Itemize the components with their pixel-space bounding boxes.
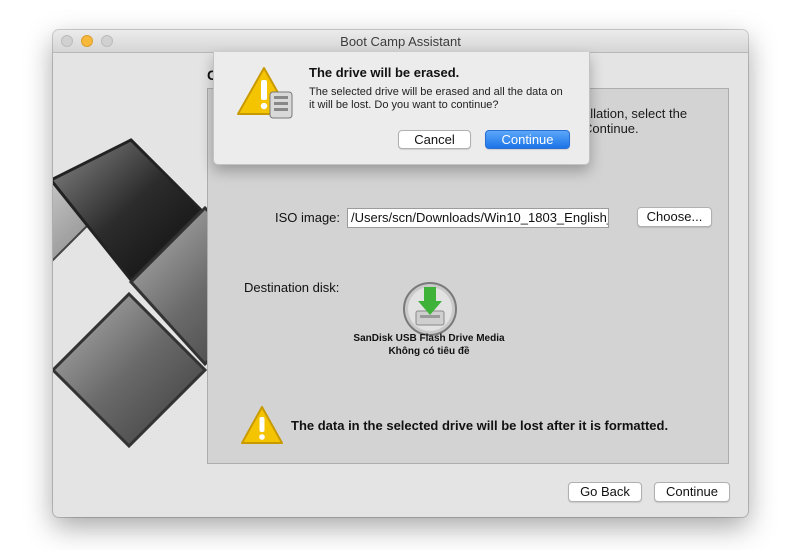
choose-button[interactable]: Choose... [637, 207, 712, 227]
drive-name: SanDisk USB Flash Drive Media [353, 333, 505, 344]
instruction-text: allation, select the Continue. [583, 106, 688, 136]
warning-icon [240, 405, 284, 450]
dialog-message: The selected drive will be erased and al… [309, 86, 563, 111]
iso-image-label: ISO image: [275, 210, 341, 225]
dialog-cancel-button[interactable]: Cancel [398, 130, 471, 149]
iso-path-field[interactable]: /Users/scn/Downloads/Win10_1803_English_… [347, 208, 609, 228]
title-bar: Boot Camp Assistant [53, 30, 748, 53]
erase-confirm-dialog: The drive will be erased. The selected d… [213, 52, 590, 165]
destination-disk-label: Destination disk: [244, 280, 340, 295]
drive-subtitle: Không có tiêu đề [388, 346, 470, 357]
dialog-continue-button[interactable]: Continue [485, 130, 570, 149]
warning-disk-icon [236, 66, 296, 125]
window-title: Boot Camp Assistant [340, 34, 461, 49]
dialog-title: The drive will be erased. [309, 65, 460, 80]
continue-button[interactable]: Continue [654, 482, 730, 502]
go-back-button[interactable]: Go Back [568, 482, 642, 502]
main-window: Boot Camp Assistant allation, select the… [53, 30, 748, 517]
warning-text: The data in the selected drive will be l… [291, 418, 669, 433]
